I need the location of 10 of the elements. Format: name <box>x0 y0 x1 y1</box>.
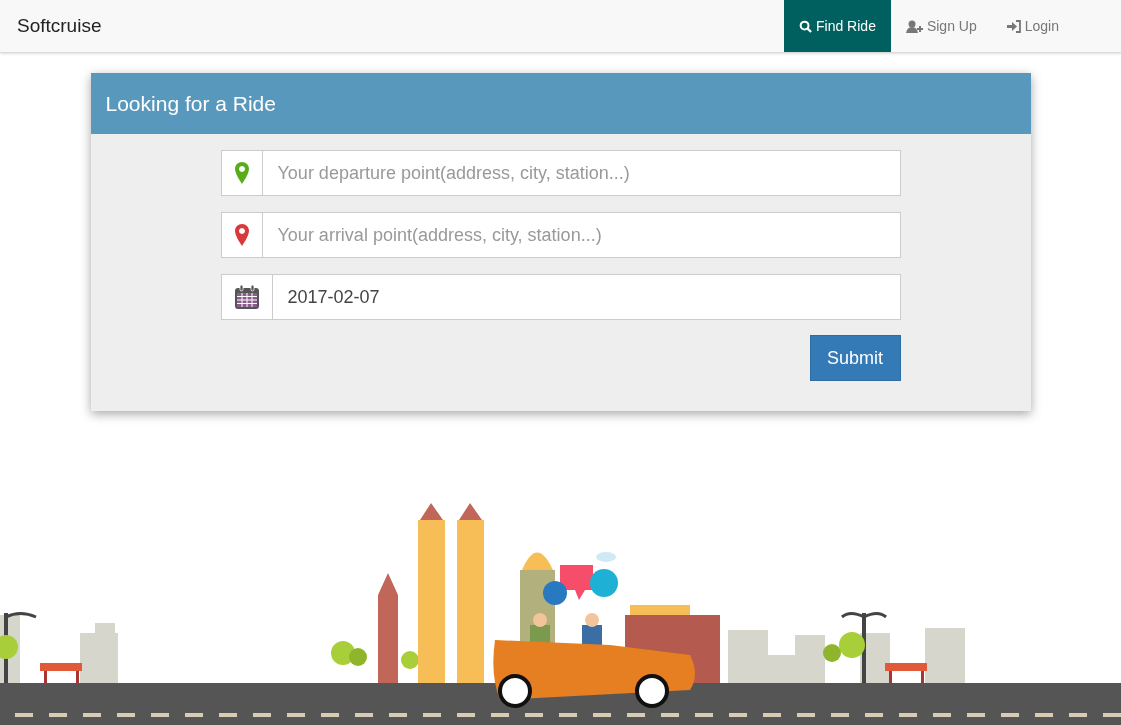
user-plus-icon <box>905 19 923 33</box>
sign-in-icon <box>1006 19 1021 33</box>
nav-link[interactable]: Sign Up <box>890 0 992 52</box>
brand-link[interactable]: Softcruise <box>17 11 102 41</box>
card-title: Looking for a Ride <box>105 90 276 117</box>
nav-link[interactable]: Login <box>991 0 1074 52</box>
search-icon <box>799 19 812 33</box>
calendar-icon <box>233 284 260 310</box>
submit-button[interactable]: Submit <box>809 335 901 381</box>
nav-link[interactable]: Find Ride <box>784 0 891 52</box>
